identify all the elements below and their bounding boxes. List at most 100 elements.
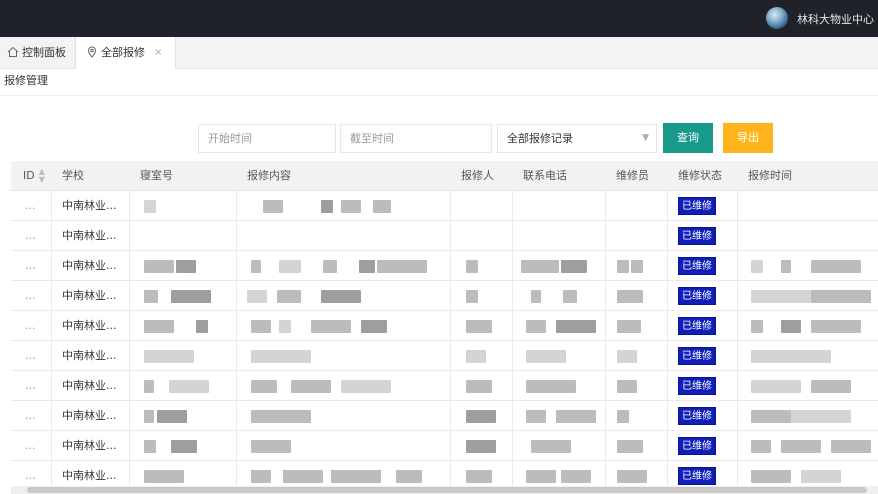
redacted-cell (556, 320, 596, 333)
start-time-input[interactable]: 开始时间 (198, 124, 336, 153)
end-time-input[interactable]: 截至时间 (340, 124, 492, 153)
redacted-cell (373, 200, 391, 213)
table-row[interactable]: ... 中南林业... 已维修 (11, 431, 878, 461)
scrollbar-thumb[interactable] (27, 487, 867, 493)
redacted-cell (279, 260, 301, 273)
redacted-cell (144, 350, 194, 363)
location-pin-icon (87, 46, 97, 58)
redacted-cell (321, 290, 361, 303)
redacted-cell (617, 260, 629, 273)
status-badge: 已维修 (678, 467, 716, 485)
redacted-cell (466, 260, 478, 273)
redacted-cell (311, 320, 351, 333)
redacted-cell (563, 290, 577, 303)
redacted-cell (466, 440, 496, 453)
redacted-cell (526, 380, 576, 393)
record-type-select[interactable]: 全部报修记录 ▼ (497, 124, 657, 153)
redacted-cell (781, 260, 791, 273)
top-bar: 林科大物业中心 (0, 0, 878, 37)
table-row[interactable]: ... 中南林业... 已维修 (11, 251, 878, 281)
redacted-cell (781, 440, 821, 453)
redacted-cell (617, 440, 643, 453)
redacted-cell (617, 290, 643, 303)
cell-id: ... (25, 379, 36, 392)
table-row[interactable]: ... 中南林业... 已维修 (11, 341, 878, 371)
redacted-cell (341, 200, 361, 213)
cell-school: 中南林业... (62, 259, 117, 272)
column-divider (236, 191, 237, 491)
divider (0, 95, 878, 96)
status-badge: 已维修 (678, 227, 716, 245)
close-icon[interactable]: × (154, 37, 162, 68)
redacted-cell (277, 290, 301, 303)
redacted-cell (531, 440, 571, 453)
cell-id: ... (25, 289, 36, 302)
avatar[interactable] (766, 7, 788, 29)
redacted-cell (556, 410, 596, 423)
redacted-cell (811, 290, 871, 303)
column-time: 报修时间 (748, 169, 792, 182)
redacted-cell (526, 470, 556, 483)
cell-school: 中南林业... (62, 349, 117, 362)
redacted-cell (466, 350, 486, 363)
query-button[interactable]: 查询 (663, 123, 713, 153)
tab-dashboard[interactable]: 控制面板 (0, 37, 76, 68)
redacted-cell (251, 380, 277, 393)
redacted-cell (144, 200, 156, 213)
redacted-cell (279, 320, 291, 333)
tab-all-repairs[interactable]: 全部报修 × (76, 37, 176, 69)
status-badge: 已维修 (678, 257, 716, 275)
redacted-cell (341, 380, 391, 393)
sort-icon[interactable]: ▲ ▼ (39, 168, 45, 184)
redacted-cell (171, 440, 197, 453)
redacted-cell (751, 320, 763, 333)
redacted-cell (751, 440, 771, 453)
org-name[interactable]: 林科大物业中心 (797, 11, 874, 27)
table-row[interactable]: ... 中南林业... 已维修 (11, 401, 878, 431)
column-id[interactable]: ID ▲ ▼ (23, 161, 45, 191)
redacted-cell (331, 470, 381, 483)
redacted-cell (751, 470, 791, 483)
cell-id: ... (25, 409, 36, 422)
export-button[interactable]: 导出 (723, 123, 773, 153)
breadcrumb: 报修管理 (4, 74, 48, 87)
record-type-value: 全部报修记录 (507, 132, 573, 145)
table-row[interactable]: ... 中南林业... 已维修 (11, 311, 878, 341)
redacted-cell (144, 320, 174, 333)
cell-id: ... (25, 319, 36, 332)
cell-id: ... (25, 349, 36, 362)
redacted-cell (196, 320, 208, 333)
redacted-cell (466, 470, 492, 483)
cell-school: 中南林业... (62, 319, 117, 332)
column-divider (737, 191, 738, 491)
column-repairer: 维修员 (616, 169, 649, 182)
redacted-cell (526, 410, 546, 423)
column-divider (605, 191, 606, 491)
redacted-cell (251, 260, 261, 273)
redacted-cell (321, 200, 333, 213)
redacted-cell (283, 470, 323, 483)
cell-school: 中南林业... (62, 379, 117, 392)
redacted-cell (144, 290, 158, 303)
column-reporter: 报修人 (461, 169, 494, 182)
column-divider (667, 191, 668, 491)
status-badge: 已维修 (678, 197, 716, 215)
redacted-cell (144, 440, 156, 453)
redacted-cell (631, 260, 643, 273)
status-badge: 已维修 (678, 377, 716, 395)
redacted-cell (751, 380, 801, 393)
cell-school: 中南林业... (62, 439, 117, 452)
redacted-cell (169, 380, 209, 393)
cell-school: 中南林业... (62, 289, 117, 302)
table-row[interactable]: ... 中南林业... 已维修 (11, 371, 878, 401)
redacted-cell (176, 260, 196, 273)
table-row[interactable]: ... 中南林业... 已维修 (11, 281, 878, 311)
redacted-cell (791, 410, 851, 423)
redacted-cell (617, 470, 647, 483)
column-phone: 联系电话 (523, 169, 567, 182)
tab-bar: 控制面板 全部报修 × (0, 37, 878, 69)
horizontal-scrollbar[interactable] (11, 486, 878, 494)
status-badge: 已维修 (678, 317, 716, 335)
table-row[interactable]: ... 中南林业... 已维修 (11, 191, 878, 221)
table-row[interactable]: ... 中南林业... 已维修 (11, 221, 878, 251)
